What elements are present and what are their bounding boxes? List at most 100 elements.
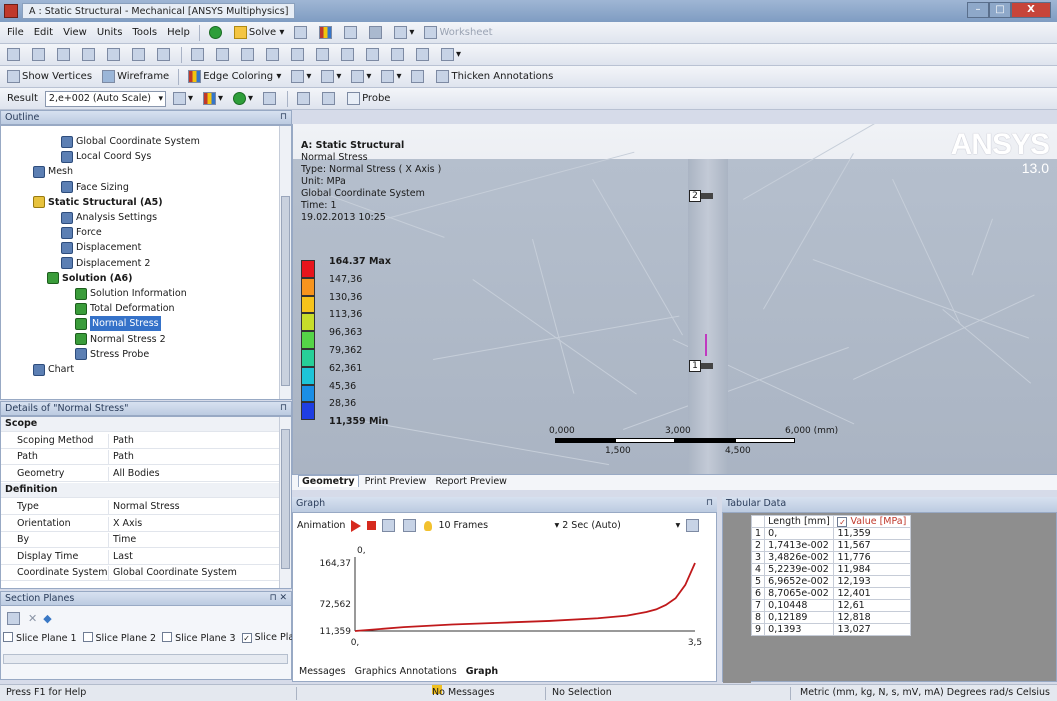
geometry-display-icon[interactable]: ▾ bbox=[170, 90, 196, 107]
tree-item[interactable]: Face Sizing bbox=[61, 180, 129, 195]
min-label-icon[interactable] bbox=[319, 90, 340, 107]
export-video-icon[interactable] bbox=[686, 519, 700, 532]
max-label-icon[interactable] bbox=[294, 90, 315, 107]
scroll-thumb[interactable] bbox=[281, 429, 290, 569]
probe-button[interactable]: Probe bbox=[344, 90, 393, 107]
image-icon[interactable] bbox=[341, 24, 362, 41]
menu-tools[interactable]: Tools bbox=[129, 27, 160, 38]
table-row[interactable]: 7 0,10448 12,61 bbox=[750, 599, 911, 612]
isometric-icon[interactable] bbox=[388, 46, 409, 63]
menu-units[interactable]: Units bbox=[94, 27, 126, 38]
chart-icon[interactable] bbox=[316, 24, 337, 41]
stress-chart[interactable]: 164,3772,56211,3590,0, 3,5 bbox=[295, 535, 715, 655]
maximize-button[interactable]: □ bbox=[989, 2, 1011, 18]
scale-dropdown[interactable]: 2,e+002 (Auto Scale) bbox=[44, 90, 166, 107]
tree-item[interactable]: Static Structural (A5) bbox=[33, 195, 163, 210]
result-data-frames-icon[interactable] bbox=[403, 519, 417, 532]
previous-view-icon[interactable] bbox=[338, 46, 359, 63]
slice-plane-checkbox[interactable]: ✓ bbox=[241, 633, 252, 643]
edge-style-2-icon[interactable]: ▾ bbox=[318, 68, 344, 85]
zoom-fit-icon[interactable] bbox=[288, 46, 309, 63]
tree-item[interactable]: Solution (A6) bbox=[47, 271, 132, 286]
slice-plane-checkbox[interactable] bbox=[82, 632, 93, 642]
table-row[interactable]: 9 0,1393 13,027 bbox=[750, 623, 911, 636]
details-value[interactable]: X Axis bbox=[109, 517, 142, 531]
next-view-icon[interactable] bbox=[363, 46, 384, 63]
menu-view[interactable]: View bbox=[60, 27, 90, 38]
select-node-icon[interactable] bbox=[104, 46, 125, 63]
slice-plane-item[interactable]: Slice Plane 1 bbox=[3, 632, 77, 644]
select-face-icon[interactable] bbox=[54, 46, 75, 63]
tab-geometry[interactable]: Geometry bbox=[298, 475, 359, 487]
tree-item[interactable]: Total Deformation bbox=[75, 301, 175, 316]
table-row[interactable]: 3 3,4826e-002 11,776 bbox=[750, 551, 911, 564]
details-value[interactable]: All Bodies bbox=[109, 467, 160, 481]
details-group[interactable]: Definition bbox=[1, 483, 281, 499]
graphics-viewport[interactable]: A: Static Structural Normal Stress Type:… bbox=[292, 124, 1057, 474]
new-section-icon[interactable]: ▾ bbox=[391, 24, 417, 41]
legend-color-band[interactable] bbox=[301, 277, 315, 296]
menu-help[interactable]: Help bbox=[164, 27, 193, 38]
table-row[interactable]: 4 5,2239e-002 11,984 bbox=[750, 563, 911, 576]
details-row[interactable]: By Time bbox=[1, 533, 281, 549]
menu-file[interactable]: File bbox=[4, 27, 27, 38]
tree-item[interactable]: Normal Stress bbox=[75, 316, 161, 332]
zoom-box-icon[interactable] bbox=[263, 46, 284, 63]
edge-style-3-icon[interactable]: ▾ bbox=[348, 68, 374, 85]
worksheet-button[interactable]: Worksheet bbox=[421, 24, 495, 41]
table-row[interactable]: 1 0, 11,359 bbox=[750, 527, 911, 540]
tree-item[interactable]: Local Coord Sys bbox=[61, 149, 151, 164]
edge-style-5-icon[interactable] bbox=[408, 68, 429, 85]
tab-messages[interactable]: Messages bbox=[299, 666, 346, 677]
solve-button[interactable]: Solve ▾ bbox=[231, 24, 288, 41]
outline-scrollbar[interactable] bbox=[279, 126, 291, 399]
details-value[interactable]: Path bbox=[109, 450, 134, 464]
details-value[interactable]: Time bbox=[109, 533, 136, 547]
table-row[interactable]: 5 6,9652e-002 12,193 bbox=[750, 575, 911, 588]
slice-plane-item[interactable]: Slice Plane 2 bbox=[82, 632, 156, 644]
menu-edit[interactable]: Edit bbox=[31, 27, 56, 38]
select-all-icon[interactable] bbox=[154, 46, 175, 63]
new-plane-icon[interactable] bbox=[7, 612, 20, 625]
tree-item[interactable]: Force bbox=[61, 225, 102, 240]
tree-item[interactable]: Solution Information bbox=[75, 286, 187, 301]
value-checkbox[interactable]: ✓ bbox=[837, 517, 848, 527]
details-row[interactable]: Coordinate System Global Coordinate Syste… bbox=[1, 566, 281, 582]
tree-item[interactable]: Displacement 2 bbox=[61, 256, 150, 271]
zoom-icon[interactable] bbox=[238, 46, 259, 63]
edge-style-4-icon[interactable]: ▾ bbox=[378, 68, 404, 85]
distributed-frames-icon[interactable] bbox=[382, 519, 396, 532]
table-icon[interactable] bbox=[291, 24, 312, 41]
details-value[interactable]: Path bbox=[109, 434, 134, 448]
legend-color-band[interactable] bbox=[301, 331, 315, 349]
magnifier-icon[interactable] bbox=[313, 46, 334, 63]
contour-icon[interactable]: ▾ bbox=[200, 90, 226, 107]
close-icon[interactable]: ⊓ ✕ bbox=[270, 592, 287, 605]
rotate-icon[interactable] bbox=[188, 46, 209, 63]
legend-color-band[interactable] bbox=[301, 384, 315, 403]
lightbulb-icon[interactable] bbox=[424, 520, 433, 531]
select-edge-icon[interactable] bbox=[29, 46, 50, 63]
details-row[interactable]: Scoping Method Path bbox=[1, 433, 281, 449]
text-icon[interactable] bbox=[366, 24, 387, 41]
slice-plane-item[interactable]: Slice Plane 3 bbox=[162, 632, 236, 644]
edge-style-1-icon[interactable]: ▾ bbox=[288, 68, 314, 85]
select-vertex-icon[interactable] bbox=[4, 46, 25, 63]
status-units[interactable]: Metric (mm, kg, N, s, mV, mA) Degrees ra… bbox=[800, 685, 1050, 701]
wireframe-button[interactable]: Wireframe bbox=[99, 68, 172, 85]
close-button[interactable]: X bbox=[1011, 2, 1051, 18]
duration-dropdown[interactable]: ▾ 2 Sec (Auto) bbox=[554, 520, 669, 531]
minimize-button[interactable]: – bbox=[967, 2, 989, 18]
pan-icon[interactable] bbox=[213, 46, 234, 63]
details-row[interactable]: Display Time Last bbox=[1, 549, 281, 565]
details-row[interactable]: Path Path bbox=[1, 450, 281, 466]
vector-icon[interactable] bbox=[260, 90, 281, 107]
details-row[interactable]: Type Normal Stress bbox=[1, 500, 281, 515]
frames-dropdown[interactable]: 10 Frames bbox=[438, 520, 548, 531]
details-scrollbar[interactable] bbox=[279, 417, 291, 588]
legend-color-band[interactable] bbox=[301, 349, 315, 367]
tree-item[interactable]: Analysis Settings bbox=[61, 210, 157, 225]
column-length-header[interactable]: Length [mm] bbox=[764, 515, 835, 528]
stop-icon[interactable] bbox=[367, 521, 377, 530]
thicken-annotations-button[interactable]: Thicken Annotations bbox=[433, 68, 556, 85]
